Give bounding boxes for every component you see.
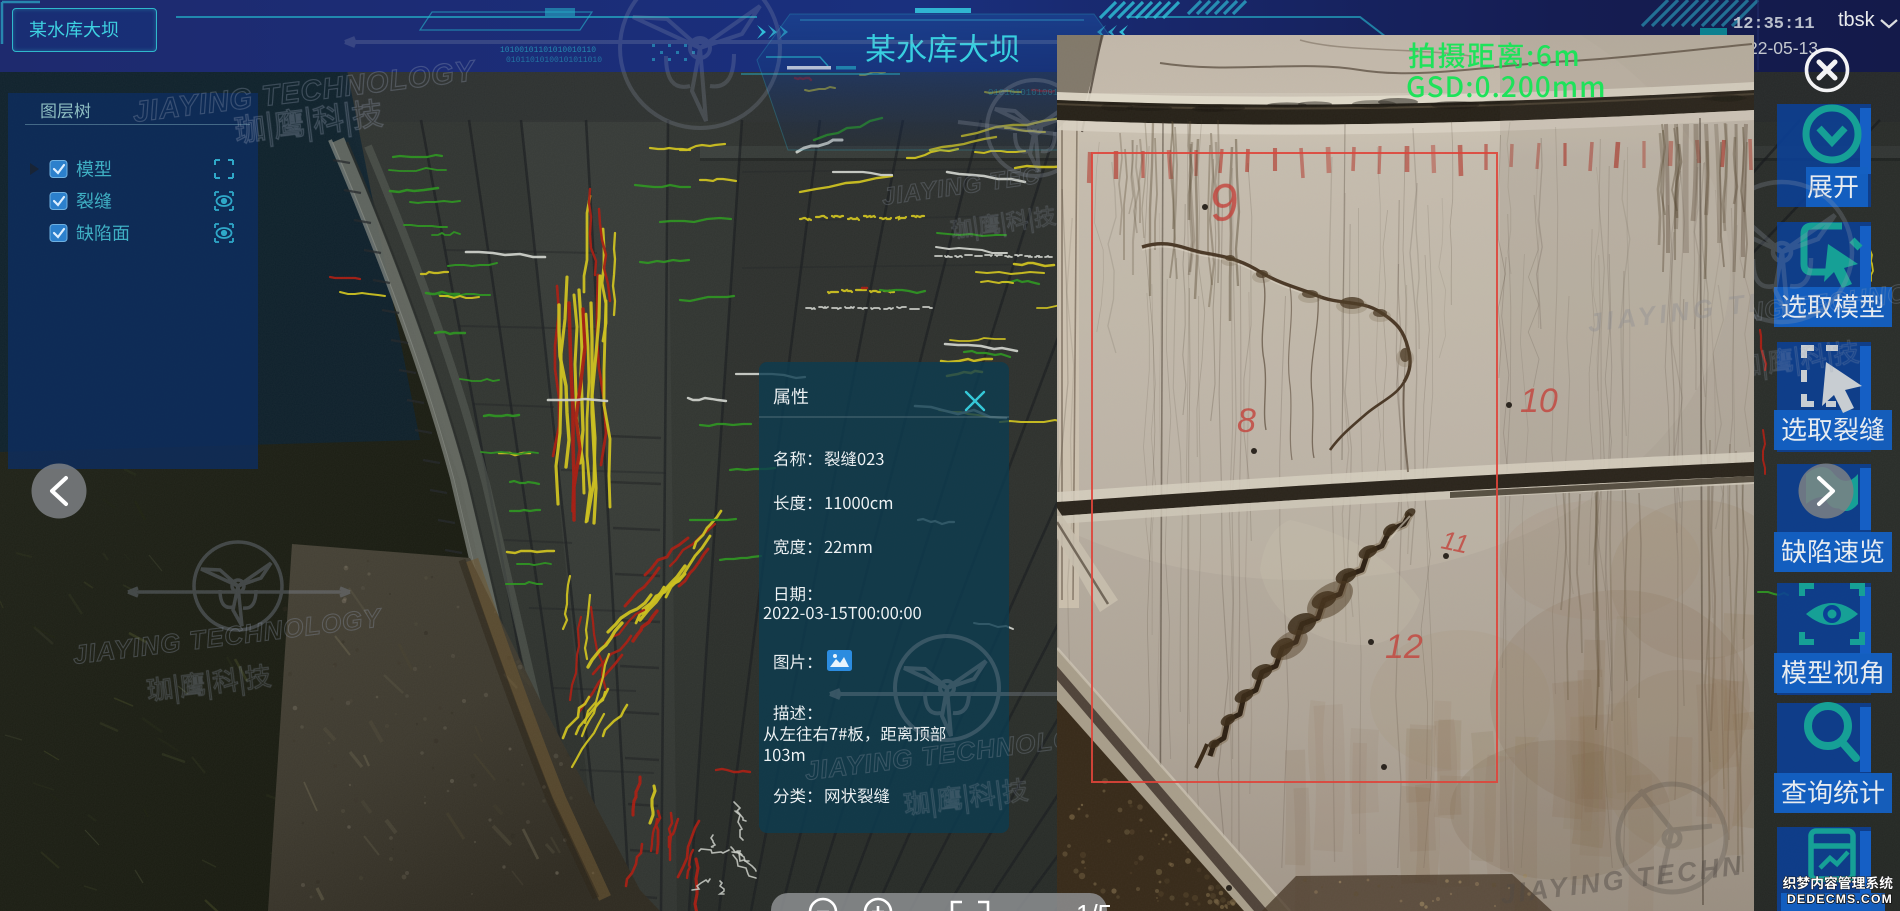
svg-text:1/5: 1/5	[1076, 899, 1112, 911]
